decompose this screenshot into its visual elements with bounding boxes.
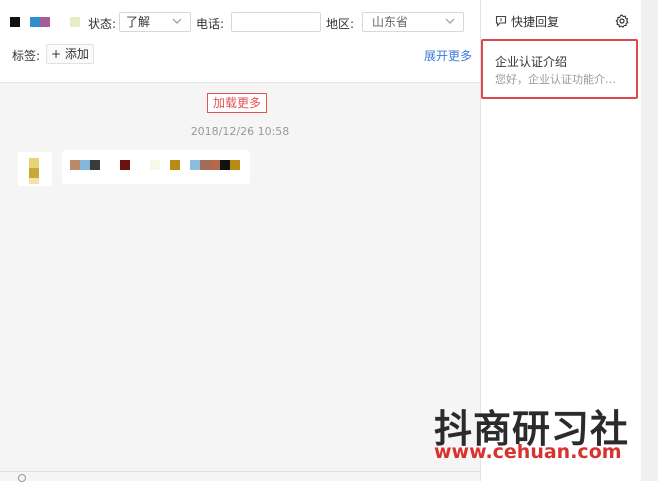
status-value: 了解 [126,15,151,29]
mosaic-block [130,160,140,170]
customer-name-mosaic [10,17,80,27]
region-label: 地区: [326,17,355,31]
gear-icon[interactable] [615,14,629,28]
chat-panel: 状态: 了解 电话: 地区: 山东省 标签: + 添加 展开更多 加载更多 20… [0,0,481,482]
mosaic-block [40,17,50,27]
quick-reply-item[interactable]: 企业认证介绍 您好，企业认证功能介… [481,39,638,99]
phone-input[interactable] [231,12,321,32]
status-select[interactable]: 了解 [119,12,191,32]
mosaic-block [160,160,170,170]
watermark-url: www.cehuan.com [434,441,622,463]
expand-more-link[interactable]: 展开更多 [424,47,472,64]
mosaic-block [80,160,90,170]
region-select[interactable]: 山东省 [362,12,464,32]
mosaic-block [30,17,40,27]
avatar-pixel [29,168,39,178]
quick-reply-item-title: 企业认证介绍 [495,55,568,69]
mosaic-block [230,160,240,170]
divider [0,471,480,472]
mosaic-block [220,160,230,170]
mosaic-block [50,17,60,27]
avatar-pixel [29,178,39,184]
mosaic-block [10,17,20,27]
mosaic-block [100,160,110,170]
chat-bubble-icon [495,15,507,27]
quick-reply-title: 快捷回复 [511,15,560,29]
mosaic-block [120,160,130,170]
status-label: 状态: [88,17,117,31]
message-mosaic [70,160,240,170]
mosaic-block [90,160,100,170]
message-timestamp: 2018/12/26 10:58 [190,125,290,138]
quick-reply-item-preview: 您好，企业认证功能介… [495,73,616,86]
mosaic-block [200,160,210,170]
mosaic-block [190,160,200,170]
region-value: 山东省 [372,15,409,29]
mosaic-block [150,160,160,170]
avatar-pixel [29,158,39,168]
phone-label: 电话: [196,17,225,31]
load-more-button[interactable]: 加载更多 [207,93,268,113]
mosaic-block [180,160,190,170]
mosaic-block [70,17,80,27]
mosaic-block [140,160,150,170]
scrollbar[interactable] [641,0,658,481]
mosaic-block [20,17,30,27]
add-tag-button[interactable]: + 添加 [46,44,94,64]
mosaic-block [60,17,70,27]
mosaic-block [210,160,220,170]
quick-reply-header: 快捷回复 [481,0,641,36]
chevron-down-icon [172,16,182,26]
customer-info-bar: 状态: 了解 电话: 地区: 山东省 标签: + 添加 展开更多 [0,0,480,83]
mosaic-block [110,160,120,170]
chevron-down-icon [445,16,455,26]
tags-label: 标签: [12,49,41,63]
avatar[interactable] [18,152,52,186]
mosaic-block [170,160,180,170]
mosaic-block [70,160,80,170]
message-bubble [62,150,250,184]
